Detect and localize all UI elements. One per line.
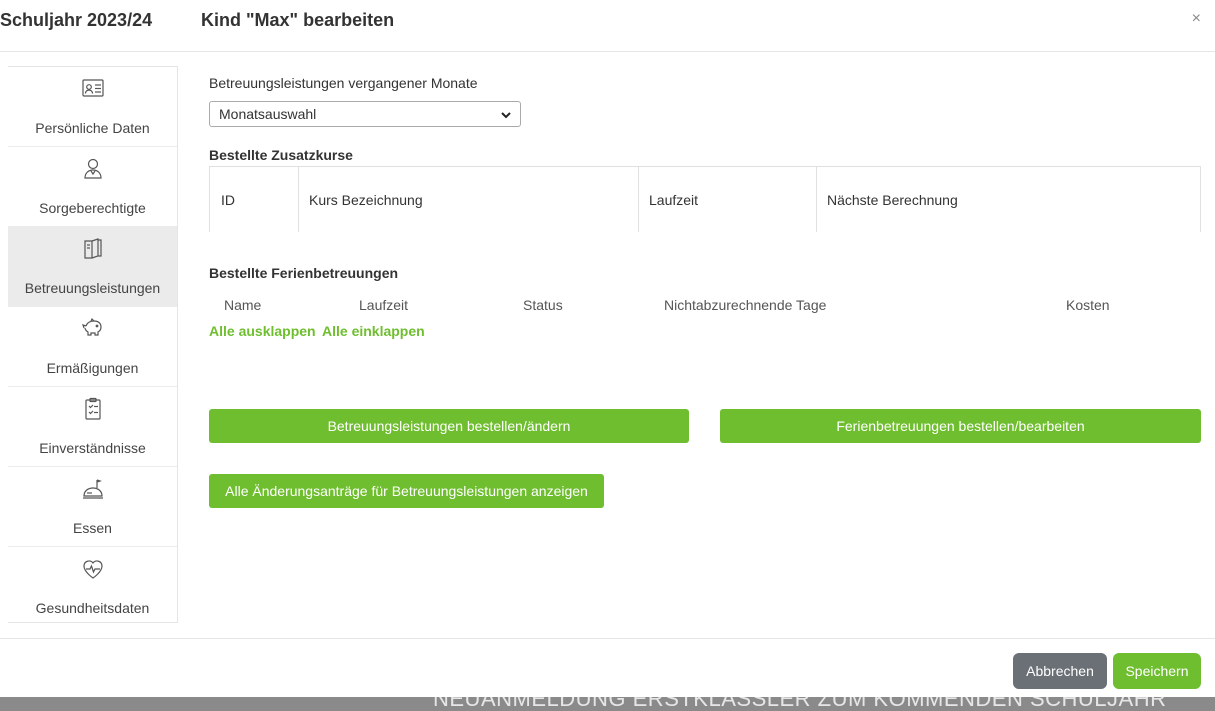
edit-child-modal: Schuljahr 2023/24 Kind "Max" bearbeiten … bbox=[0, 0, 1215, 711]
order-services-button[interactable]: Betreuungsleistungen bestellen/ändern bbox=[209, 409, 689, 443]
heart-pulse-icon bbox=[8, 557, 177, 581]
courses-heading: Bestellte Zusatzkurse bbox=[209, 147, 353, 163]
expand-all-link[interactable]: Alle ausklappen bbox=[209, 323, 316, 339]
courses-table: ID Kurs Bezeichnung Laufzeit Nächste Ber… bbox=[209, 166, 1201, 232]
column-header-id: ID bbox=[221, 192, 235, 208]
column-header-kurs-bezeichnung: Kurs Bezeichnung bbox=[309, 192, 423, 208]
sidebar-item-label: Ermäßigungen bbox=[46, 360, 139, 376]
footer-divider bbox=[0, 638, 1215, 639]
save-button[interactable]: Speichern bbox=[1113, 653, 1201, 689]
column-header-naechste-berechnung: Nächste Berechnung bbox=[827, 192, 958, 208]
sidebar-item-betreuungsleistungen[interactable]: Betreuungsleistungen bbox=[8, 227, 177, 307]
sidebar-item-gesundheitsdaten[interactable]: Gesundheitsdaten bbox=[8, 547, 177, 627]
past-months-label: Betreuungsleistungen vergangener Monate bbox=[209, 75, 478, 91]
holiday-column-nichtabzurechnende-tage: Nichtabzurechnende Tage bbox=[664, 297, 827, 313]
sidebar-item-label: Sorgeberechtigte bbox=[39, 200, 146, 216]
column-header-laufzeit: Laufzeit bbox=[649, 192, 699, 208]
sidebar-item-label: Betreuungsleistungen bbox=[24, 280, 161, 296]
modal-title: Kind "Max" bearbeiten bbox=[201, 10, 395, 30]
modal-header: Schuljahr 2023/24 Kind "Max" bearbeiten … bbox=[0, 0, 1215, 52]
book-icon bbox=[8, 237, 177, 261]
id-card-icon bbox=[8, 77, 177, 101]
month-select-value: Monatsauswahl bbox=[219, 106, 317, 122]
background-banner-text: NEUANMELDUNG ERSTKLÄSSLER ZUM KOMMENDEN … bbox=[433, 697, 1167, 711]
column-divider bbox=[298, 167, 299, 232]
holiday-column-status: Status bbox=[523, 297, 563, 313]
chevron-down-icon bbox=[501, 112, 511, 119]
holiday-column-name: Name bbox=[224, 297, 262, 313]
sidebar-item-persoenliche-daten[interactable]: Persönliche Daten bbox=[8, 67, 177, 147]
collapse-all-link[interactable]: Alle einklappen bbox=[322, 323, 425, 339]
order-holiday-button[interactable]: Ferienbetreuungen bestellen/bearbeiten bbox=[720, 409, 1201, 443]
month-select[interactable]: Monatsauswahl bbox=[209, 101, 521, 127]
checklist-icon bbox=[8, 397, 177, 421]
sidebar-nav: Persönliche Daten Sorgeberechtigte Betre… bbox=[8, 66, 178, 623]
sidebar-item-label: Gesundheitsdaten bbox=[35, 600, 150, 616]
piggy-bank-icon bbox=[8, 317, 177, 341]
close-icon[interactable]: × bbox=[1192, 10, 1201, 28]
sidebar-item-label: Einverständnisse bbox=[39, 440, 146, 456]
sidebar-item-label: Essen bbox=[73, 520, 112, 536]
holiday-heading: Bestellte Ferienbetreuungen bbox=[209, 265, 399, 281]
holiday-column-kosten: Kosten bbox=[1066, 297, 1110, 313]
food-tray-icon bbox=[8, 477, 177, 501]
person-icon bbox=[8, 157, 177, 181]
sidebar-item-einverstaendnisse[interactable]: Einverständnisse bbox=[8, 387, 177, 467]
cancel-button[interactable]: Abbrechen bbox=[1013, 653, 1107, 689]
school-year-label: Schuljahr 2023/24 bbox=[0, 10, 153, 30]
column-divider bbox=[816, 167, 817, 232]
sidebar-item-label: Persönliche Daten bbox=[35, 120, 150, 136]
holiday-column-laufzeit: Laufzeit bbox=[359, 297, 409, 313]
sidebar-item-sorgeberechtigte[interactable]: Sorgeberechtigte bbox=[8, 147, 177, 227]
sidebar-item-ermaessigungen[interactable]: Ermäßigungen bbox=[8, 307, 177, 387]
show-change-requests-button[interactable]: Alle Änderungsanträge für Betreuungsleis… bbox=[209, 474, 604, 508]
background-page-strip: NEUANMELDUNG ERSTKLÄSSLER ZUM KOMMENDEN … bbox=[0, 697, 1215, 711]
sidebar-item-essen[interactable]: Essen bbox=[8, 467, 177, 547]
column-divider bbox=[638, 167, 639, 232]
